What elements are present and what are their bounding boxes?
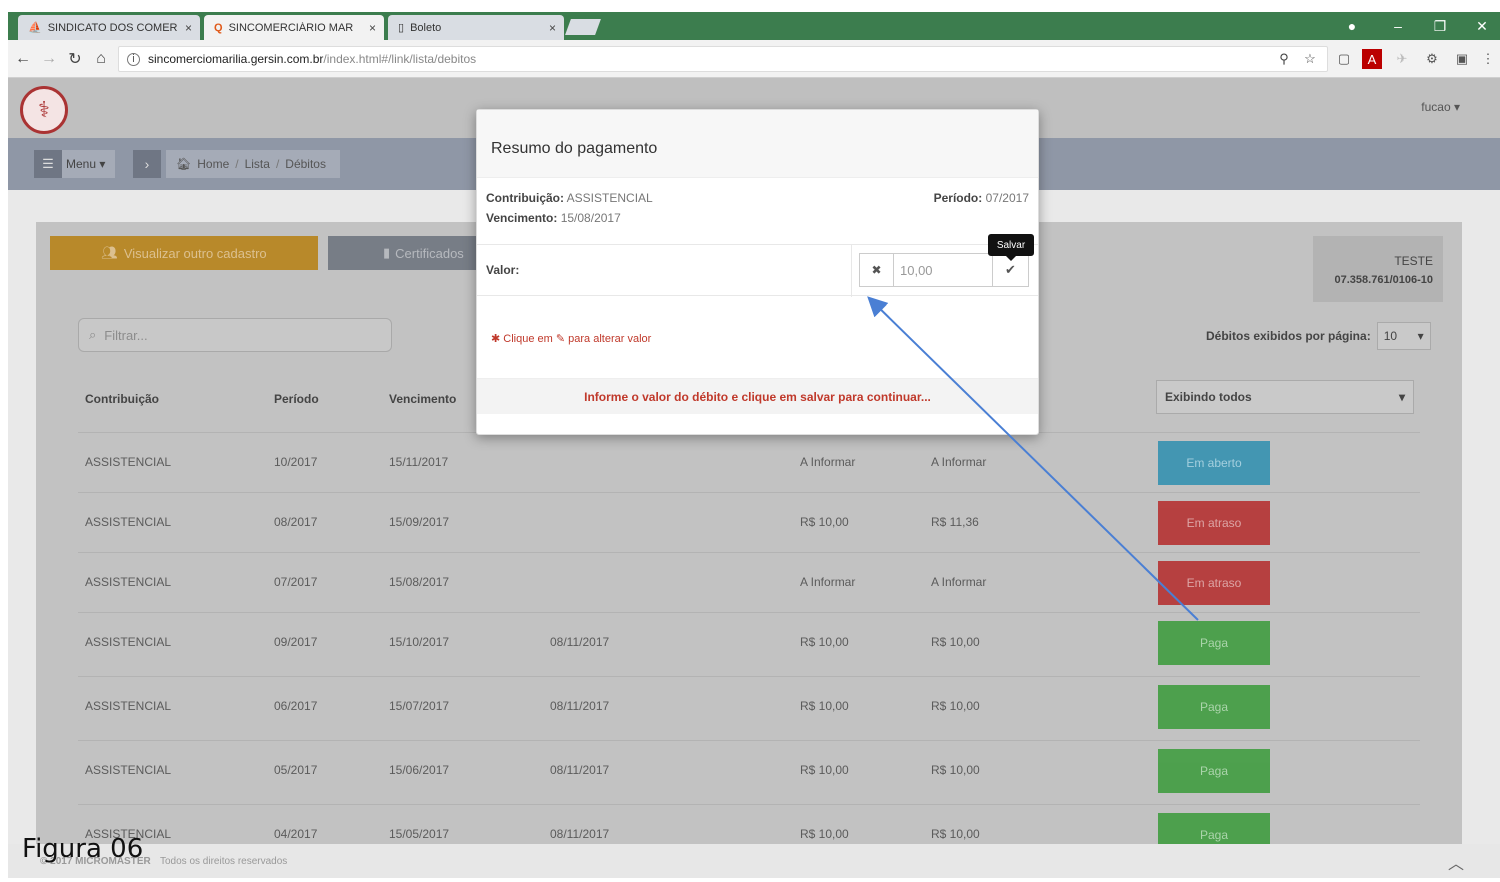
screenshot-frame: ⛵ SINDICATO DOS COMER × Q SINCOMERCIÁRIO… [8,12,1500,878]
figure-caption: Figura 06 [22,834,144,864]
annotation-arrow [867,296,1199,621]
